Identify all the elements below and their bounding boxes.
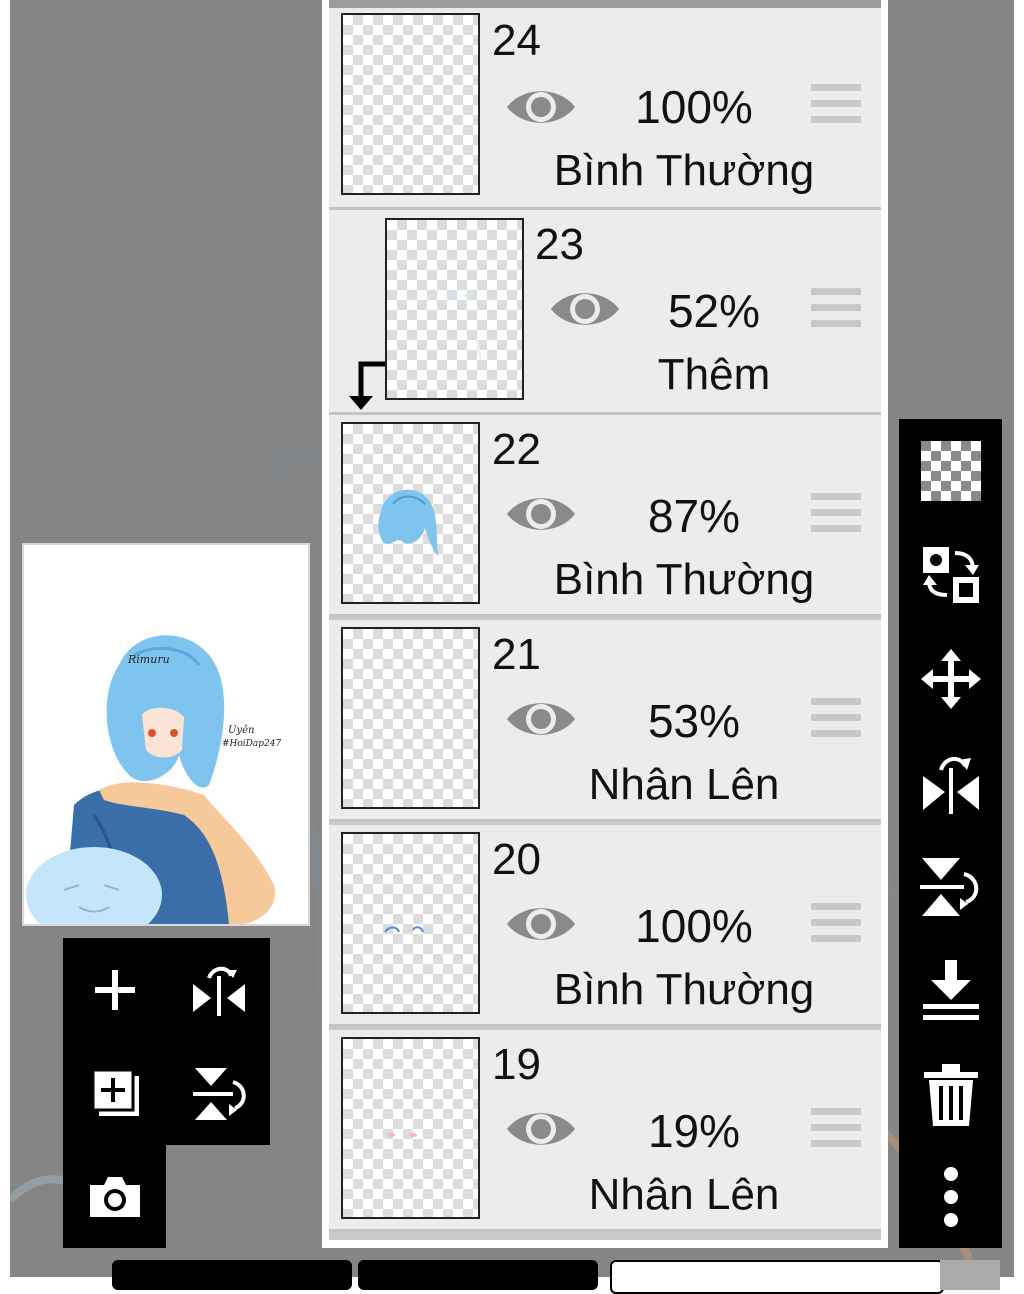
visibility-eye-icon[interactable] xyxy=(505,694,577,744)
swap-layers-icon xyxy=(922,547,979,603)
visibility-eye-icon[interactable] xyxy=(505,899,577,949)
layer-opacity[interactable]: 52% xyxy=(634,284,794,338)
layer-blend-mode[interactable]: Bình Thường xyxy=(519,146,849,196)
preview-artwork xyxy=(26,635,275,924)
visibility-eye-icon[interactable] xyxy=(505,1104,577,1154)
layer-opacity[interactable]: 100% xyxy=(614,899,774,953)
layer-thumbnail-content xyxy=(387,1133,417,1137)
trash-icon xyxy=(923,1064,978,1126)
add-layer-button[interactable] xyxy=(63,938,166,1041)
layer-thumbnail xyxy=(341,832,480,1014)
layer-blend-mode[interactable]: Bình Thường xyxy=(519,965,849,1015)
bottom-bar xyxy=(0,1250,1024,1294)
layer-thumbnail-content xyxy=(378,489,439,556)
more-icon xyxy=(943,1167,958,1227)
layer-opacity[interactable]: 53% xyxy=(614,694,774,748)
layer-number: 19 xyxy=(492,1040,541,1089)
layer-thumbnail-content xyxy=(384,926,424,933)
merge-down-button[interactable] xyxy=(899,939,1002,1043)
layer-row[interactable]: 23 52% Thêm xyxy=(329,210,881,415)
layer-number: 24 xyxy=(492,16,541,65)
layer-opacity[interactable]: 100% xyxy=(614,80,774,134)
layer-number: 22 xyxy=(492,425,541,474)
layer-number: 21 xyxy=(492,630,541,679)
layer-opacity[interactable]: 87% xyxy=(614,489,774,543)
drag-handle-icon[interactable] xyxy=(811,698,861,746)
transparency-button[interactable] xyxy=(899,419,1002,523)
flip-horizontal-icon xyxy=(922,757,979,814)
flip-vertical-icon xyxy=(192,1067,246,1120)
transparency-icon xyxy=(920,441,981,501)
layer-number: 23 xyxy=(535,220,584,269)
layer-blend-mode[interactable]: Nhân Lên xyxy=(519,760,849,810)
layer-thumbnail-content xyxy=(426,290,482,361)
drag-handle-icon[interactable] xyxy=(811,1108,861,1156)
add-copy-layer-button[interactable] xyxy=(63,1042,166,1145)
clipping-arrow-icon xyxy=(349,361,385,410)
more-options-button[interactable] xyxy=(899,1145,1002,1249)
flip-horizontal-icon xyxy=(192,966,245,1016)
right-toolbar xyxy=(899,419,1002,1248)
move-icon xyxy=(920,649,981,709)
camera-button[interactable] xyxy=(63,1145,166,1248)
add-layer-icon xyxy=(94,969,135,1010)
drag-handle-icon[interactable] xyxy=(811,288,861,336)
layer-row[interactable]: 24 100% Bình Thường xyxy=(329,8,881,210)
swap-layers-button[interactable] xyxy=(899,523,1002,627)
bottom-field[interactable] xyxy=(610,1260,944,1294)
move-button[interactable] xyxy=(899,627,1002,731)
layer-blend-mode[interactable]: Nhân Lên xyxy=(519,1170,849,1220)
flip-vertical-button[interactable] xyxy=(899,835,1002,939)
drag-handle-icon[interactable] xyxy=(811,903,861,951)
bottom-button-undo[interactable] xyxy=(112,1260,352,1290)
preview-signature-line1: Uyên xyxy=(228,725,255,736)
drag-handle-icon[interactable] xyxy=(811,84,861,132)
visibility-eye-icon[interactable] xyxy=(505,82,577,132)
bottom-button-redo[interactable] xyxy=(358,1260,598,1290)
preview-signature-line2: #HoiDap247 xyxy=(222,739,282,749)
left-toolbar xyxy=(63,938,270,1145)
camera-icon xyxy=(89,1176,140,1217)
layer-row[interactable]: 19 19% Nhân Lên xyxy=(329,1030,881,1232)
left-toolbar-bottom xyxy=(63,1145,166,1248)
layer-number: 20 xyxy=(492,835,541,884)
layer-list-top-edge xyxy=(329,0,881,8)
flip-vertical-icon xyxy=(919,858,978,916)
layer-blend-mode[interactable]: Thêm xyxy=(549,350,879,400)
preview-title-text: Rimuru xyxy=(128,653,170,666)
layer-thumbnail xyxy=(341,627,480,809)
layer-thumbnail xyxy=(385,218,524,400)
layer-thumbnail xyxy=(341,1037,480,1219)
layer-row[interactable]: 22 87% Bình Thường xyxy=(329,415,881,617)
visibility-eye-icon[interactable] xyxy=(549,284,621,334)
canvas-preview-thumbnail[interactable]: Rimuru Uyên #HoiDap247 xyxy=(22,543,310,926)
bottom-button-end[interactable] xyxy=(940,1260,1000,1290)
add-copy-layer-icon xyxy=(91,1068,139,1116)
layer-thumbnail xyxy=(341,13,480,195)
flip-vertical-button[interactable] xyxy=(167,1042,270,1145)
layer-panel: 24 100% Bình Thường 23 52% Thêm 22 87% B… xyxy=(322,0,888,1248)
flip-horizontal-button[interactable] xyxy=(167,938,270,1041)
flip-horizontal-button[interactable] xyxy=(899,731,1002,835)
layer-row[interactable]: 21 53% Nhân Lên xyxy=(329,620,881,822)
delete-layer-button[interactable] xyxy=(899,1043,1002,1147)
visibility-eye-icon[interactable] xyxy=(505,489,577,539)
layer-list[interactable]: 24 100% Bình Thường 23 52% Thêm 22 87% B… xyxy=(329,0,881,1240)
layer-thumbnail xyxy=(341,422,480,604)
layer-blend-mode[interactable]: Bình Thường xyxy=(519,555,849,605)
layer-row[interactable]: 20 100% Bình Thường xyxy=(329,825,881,1027)
layer-opacity[interactable]: 19% xyxy=(614,1104,774,1158)
drag-handle-icon[interactable] xyxy=(811,493,861,541)
merge-down-icon xyxy=(922,960,979,1020)
